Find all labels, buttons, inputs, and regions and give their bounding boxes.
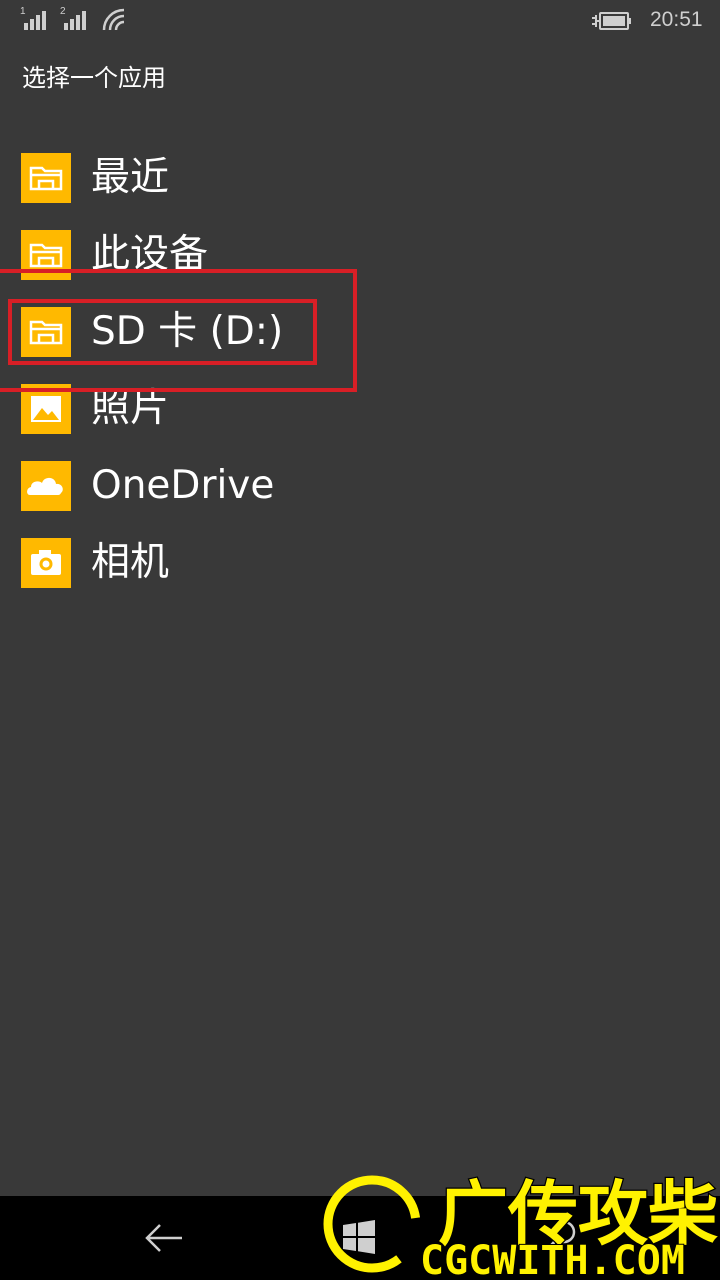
search-icon[interactable] [544, 1218, 580, 1254]
app-tile [21, 384, 71, 434]
app-tile [21, 461, 71, 511]
windows-start-icon[interactable] [342, 1220, 376, 1254]
app-item-label: SD 卡 (D:) [91, 309, 284, 354]
folder-icon [29, 243, 63, 268]
app-item-label: 照片 [91, 386, 170, 431]
signal-icon [64, 11, 86, 30]
onedrive-icon [27, 477, 63, 495]
app-item-recent[interactable]: 最近 [0, 140, 720, 218]
page-title: 选择一个应用 [22, 64, 166, 92]
app-item-camera[interactable]: 相机 [0, 525, 720, 603]
signal-icon [24, 11, 46, 30]
nav-bar [0, 1196, 720, 1280]
app-item-label: 最近 [91, 155, 170, 200]
battery-charging-icon [592, 12, 631, 30]
wifi-icon [102, 8, 125, 31]
app-item-label: 此设备 [91, 232, 209, 277]
screen: 1 2 20:51 选择一个应用 最近 此设备 SD 卡 (D:) 照片 One… [0, 0, 720, 1280]
sim1-signal: 1 [20, 6, 50, 32]
app-item-onedrive[interactable]: OneDrive [0, 448, 720, 526]
app-tile [21, 307, 71, 357]
status-time: 20:51 [650, 8, 703, 31]
camera-icon [31, 550, 61, 575]
app-tile [21, 230, 71, 280]
status-bar: 1 2 20:51 [0, 0, 720, 42]
folder-icon [29, 166, 63, 191]
app-item-this-device[interactable]: 此设备 [0, 217, 720, 295]
app-item-label: 相机 [91, 540, 170, 585]
photos-icon [31, 396, 61, 422]
folder-icon [29, 320, 63, 345]
back-arrow-icon[interactable] [144, 1220, 184, 1256]
sim2-signal: 2 [60, 6, 90, 32]
app-item-sd-card[interactable]: SD 卡 (D:) [0, 294, 720, 372]
app-tile [21, 538, 71, 588]
app-tile [21, 153, 71, 203]
app-item-photos[interactable]: 照片 [0, 371, 720, 449]
app-item-label: OneDrive [91, 463, 275, 508]
